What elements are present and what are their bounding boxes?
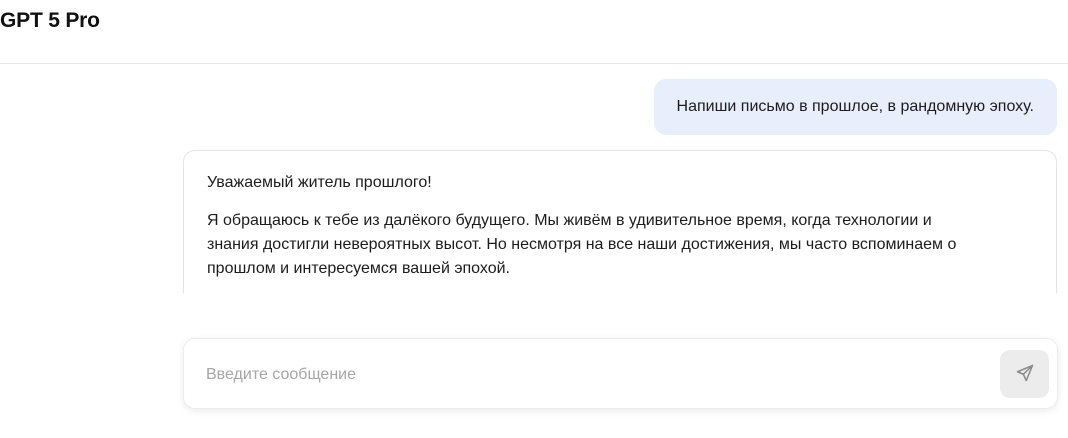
user-message-text: Напиши письмо в прошлое, в рандомную эпо… [676,98,1034,115]
header: GPT 5 Pro [0,0,1068,64]
assistant-message: Уважаемый житель прошлого! Я обращаюсь к… [183,150,1057,293]
send-icon [1015,363,1035,386]
assistant-paragraph: Я обращаюсь к тебе из далёкого будущего.… [207,212,957,277]
message-input[interactable] [206,339,986,410]
chat-thread[interactable]: Напиши письмо в прошлое, в рандомную эпо… [0,65,1068,293]
message-composer [183,338,1058,410]
assistant-greeting: Уважаемый житель прошлого! [207,174,432,191]
send-button[interactable] [1000,350,1049,398]
model-title[interactable]: GPT 5 Pro [0,9,100,33]
chat-app: GPT 5 Pro Напиши письмо в прошлое, в ран… [0,0,1068,438]
user-message: Напиши письмо в прошлое, в рандомную эпо… [653,79,1057,135]
